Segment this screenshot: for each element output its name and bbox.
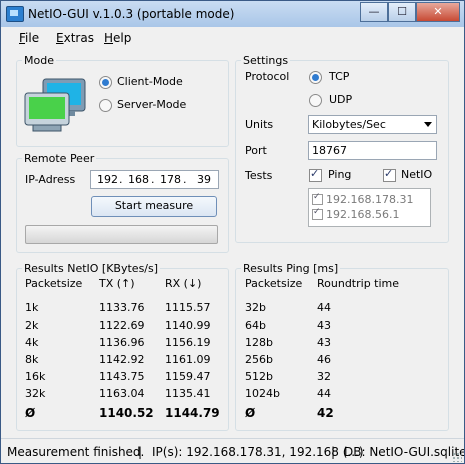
maximize-button[interactable]: ☐ <box>388 2 416 22</box>
table-row: 32k <box>25 387 46 400</box>
settings-group-label: Settings <box>241 54 291 67</box>
table-cell: 1163.04 <box>99 387 145 400</box>
table-cell: 32 <box>317 370 331 383</box>
table-row: 4k <box>25 336 39 349</box>
ip-address-input[interactable]: 192 . 168 . 178 . 39 <box>90 170 219 189</box>
table-row: 8k <box>25 353 39 366</box>
protocol-label: Protocol <box>245 70 290 83</box>
tcp-label[interactable]: TCP <box>329 70 349 83</box>
udp-radio[interactable] <box>309 94 322 107</box>
client-mode-label[interactable]: Client-Mode <box>117 75 183 88</box>
menu-help[interactable]: Help <box>104 31 131 45</box>
netio-average-tx: 1140.52 <box>99 406 154 420</box>
table-cell: 1143.75 <box>99 370 145 383</box>
ip-octet-1: 192 <box>97 173 118 186</box>
app-window: NetIO-GUI v.1.0.3 (portable mode) — ☐ ✕ … <box>0 0 465 464</box>
table-row: 1024b <box>245 387 280 400</box>
ping-checkbox-label[interactable]: Ping <box>328 168 351 181</box>
ip-octet-3: 178 <box>160 173 181 186</box>
window-controls: — ☐ ✕ <box>360 2 460 22</box>
status-message: Measurement finished. <box>7 445 145 459</box>
app-icon <box>6 6 24 22</box>
host-2-label: 192.168.56.1 <box>326 208 400 221</box>
host-2-checkbox[interactable] <box>312 207 323 220</box>
table-row: 2k <box>25 319 39 332</box>
units-label: Units <box>245 118 274 131</box>
table-cell: 1115.57 <box>165 301 211 314</box>
table-cell: 46 <box>317 353 331 366</box>
netio-header-rx: RX (↓) <box>165 277 202 290</box>
network-computers-icon <box>24 78 86 132</box>
ip-octet-4: 39 <box>197 173 211 186</box>
units-select[interactable]: Kilobytes/Sec <box>308 115 437 134</box>
table-cell: 43 <box>317 336 331 349</box>
minimize-button[interactable]: — <box>360 2 388 22</box>
close-button[interactable]: ✕ <box>416 2 460 22</box>
table-cell: 1136.96 <box>99 336 145 349</box>
table-cell: 1159.47 <box>165 370 211 383</box>
table-cell: 1122.69 <box>99 319 145 332</box>
server-mode-label[interactable]: Server-Mode <box>117 98 186 111</box>
units-select-value: Kilobytes/Sec <box>312 118 386 131</box>
ping-checkbox[interactable] <box>309 167 322 182</box>
port-input[interactable]: 18767 <box>308 141 437 160</box>
netio-average-rx: 1144.79 <box>165 406 220 420</box>
results-ping-group: Results Ping [ms] <box>235 262 449 431</box>
ping-average-rtt: 42 <box>317 406 334 420</box>
status-bar: Measurement finished. | IP(s): 192.168.1… <box>1 438 465 463</box>
table-cell: 44 <box>317 301 331 314</box>
server-mode-radio[interactable] <box>99 99 112 112</box>
ping-average-label: Ø <box>245 406 256 420</box>
menu-file[interactable]: File <box>19 31 39 45</box>
table-row: 16k <box>25 370 46 383</box>
table-cell: 43 <box>317 319 331 332</box>
udp-label[interactable]: UDP <box>329 93 352 106</box>
measure-progress-bar <box>25 225 218 244</box>
table-cell: 44 <box>317 387 331 400</box>
table-row: 1k <box>25 301 39 314</box>
mode-group-label: Mode <box>22 54 56 67</box>
table-cell: 1142.92 <box>99 353 145 366</box>
ip-address-label: IP-Adress <box>25 173 76 186</box>
netio-header-packetsize: Packetsize <box>25 277 83 290</box>
table-row: 128b <box>245 336 273 349</box>
netio-checkbox[interactable] <box>383 167 396 182</box>
menu-extras[interactable]: Extras <box>56 31 94 45</box>
table-row: 32b <box>245 301 266 314</box>
menu-bar: File Extras Help <box>1 27 464 49</box>
start-measure-button[interactable]: Start measure <box>91 196 217 217</box>
table-cell: 1140.99 <box>165 319 211 332</box>
status-separator: | <box>331 445 336 459</box>
results-ping-label: Results Ping [ms] <box>241 262 341 275</box>
ping-header-rtt: Roundtrip time <box>317 277 400 290</box>
remote-peer-label: Remote Peer <box>22 152 97 165</box>
results-netio-label: Results NetIO [KBytes/s] <box>22 262 161 275</box>
status-separator: | <box>138 445 143 459</box>
table-cell: 1161.09 <box>165 353 211 366</box>
window-title: NetIO-GUI v.1.0.3 (portable mode) <box>28 7 235 21</box>
netio-checkbox-label[interactable]: NetIO <box>401 168 432 181</box>
tests-label: Tests <box>245 169 273 182</box>
table-cell: 1133.76 <box>99 301 145 314</box>
hosts-listbox[interactable]: 192.168.178.31 192.168.56.1 <box>308 188 431 227</box>
resize-grip-icon[interactable] <box>452 452 462 462</box>
chevron-down-icon <box>424 122 432 127</box>
table-row: 512b <box>245 370 273 383</box>
client-mode-radio[interactable] <box>99 76 112 89</box>
ip-octet-2: 168 <box>128 173 149 186</box>
host-1-checkbox[interactable] <box>312 192 323 205</box>
port-label: Port <box>245 144 267 157</box>
netio-header-tx: TX (↑) <box>99 277 135 290</box>
title-bar[interactable]: NetIO-GUI v.1.0.3 (portable mode) — ☐ ✕ <box>1 1 464 27</box>
table-row: 256b <box>245 353 273 366</box>
host-1-label: 192.168.178.31 <box>326 193 414 206</box>
table-cell: 1156.19 <box>165 336 211 349</box>
tcp-radio[interactable] <box>309 71 322 84</box>
netio-average-label: Ø <box>25 406 36 420</box>
table-row: 64b <box>245 319 266 332</box>
status-db: DB: NetIO-GUI.sqlite <box>344 445 465 459</box>
table-cell: 1135.41 <box>165 387 211 400</box>
ping-header-packetsize: Packetsize <box>245 277 303 290</box>
